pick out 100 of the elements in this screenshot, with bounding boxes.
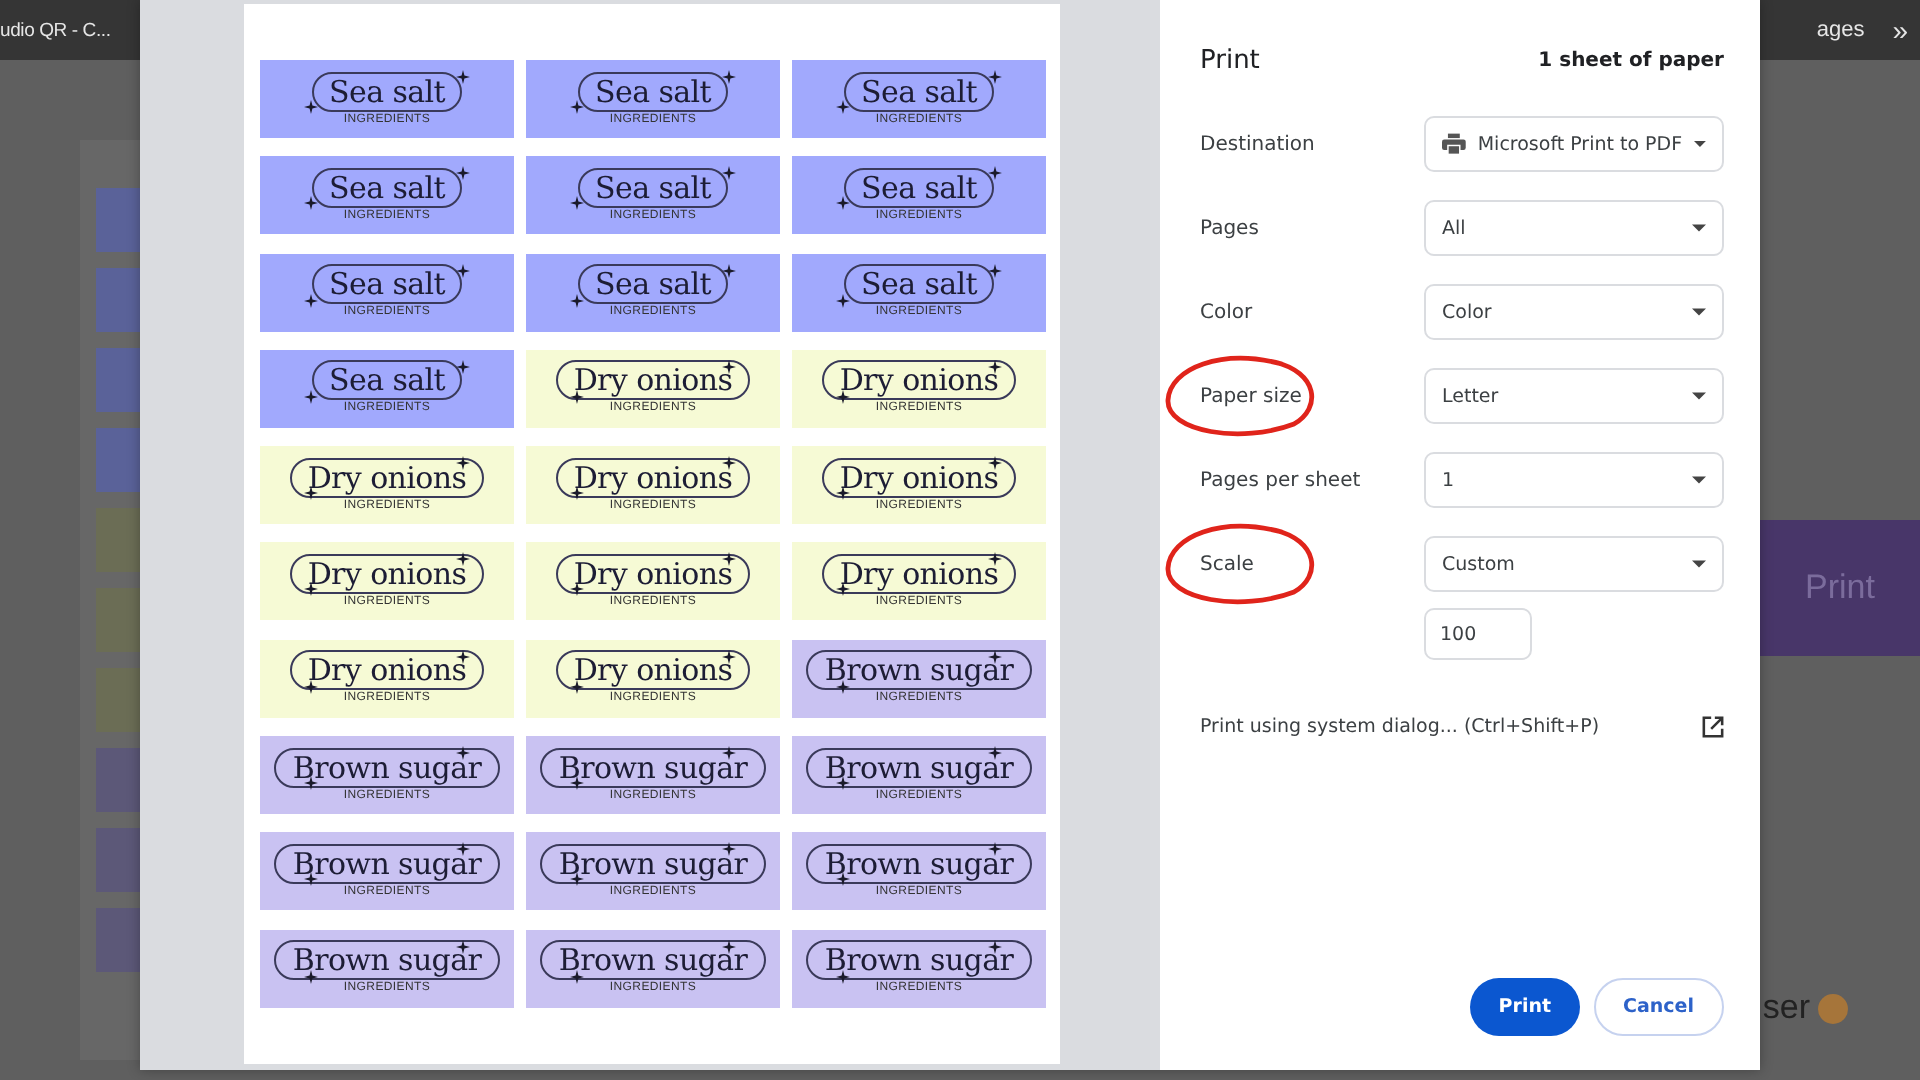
caret-icon [1692, 224, 1706, 232]
partial-text: ser [1762, 988, 1810, 1028]
star-icon [304, 100, 318, 114]
star-icon [456, 842, 470, 857]
label-title: Sea salt [843, 167, 995, 208]
setting-label: Destination [1200, 133, 1315, 155]
star-icon [988, 746, 1002, 761]
star-icon [456, 939, 470, 954]
star-icon [570, 969, 584, 984]
dialog-title: Print [1200, 45, 1260, 75]
label-title: Dry onions [289, 457, 485, 498]
label-title: Brown sugar [274, 747, 500, 788]
star-icon [722, 842, 736, 857]
star-icon [836, 293, 850, 308]
star-icon [722, 263, 736, 278]
label-title: Dry onions [555, 457, 751, 498]
setting-label: Paper size [1200, 385, 1302, 407]
star-icon [836, 100, 850, 114]
star-icon [988, 70, 1002, 84]
star-icon [456, 359, 470, 374]
star-icon [722, 746, 736, 761]
label-title: Brown sugar [806, 650, 1032, 691]
setting-label: Pages per sheet [1200, 469, 1361, 491]
print-button[interactable]: Print [1470, 978, 1580, 1036]
star-icon [988, 842, 1002, 857]
label-title: Brown sugar [540, 940, 766, 981]
star-icon [570, 100, 584, 114]
star-icon [836, 969, 850, 984]
browser-tab-title[interactable]: udio QR - C... [0, 19, 111, 41]
star-icon [570, 196, 584, 211]
dropdown[interactable]: Letter [1424, 368, 1724, 424]
label-title: Dry onions [555, 360, 751, 401]
label-title: Dry onions [821, 360, 1017, 401]
star-icon [988, 166, 1002, 181]
label-title: Sea salt [311, 360, 463, 401]
label-title: Dry onions [821, 457, 1017, 498]
star-icon [456, 746, 470, 761]
star-icon [988, 939, 1002, 954]
cancel-button[interactable]: Cancel [1593, 978, 1724, 1036]
label-title: Brown sugar [274, 843, 500, 884]
star-icon [304, 776, 318, 791]
star-icon [836, 679, 850, 694]
caret-icon [1692, 560, 1706, 568]
label-title: Dry onions [289, 553, 485, 594]
label-title: Dry onions [821, 553, 1017, 594]
star-icon [722, 166, 736, 181]
setting-label: Pages [1200, 217, 1259, 239]
label-title: Dry onions [289, 650, 485, 691]
label-title: Sea salt [577, 167, 729, 208]
label-title: Brown sugar [540, 843, 766, 884]
label-title: Brown sugar [540, 747, 766, 788]
star-icon [304, 293, 318, 308]
label-title: Sea salt [843, 71, 995, 111]
star-icon [988, 649, 1002, 664]
sheet-count: 1 sheet of paper [1538, 49, 1724, 71]
dropdown[interactable]: 1 [1424, 452, 1724, 508]
dropdown[interactable]: Microsoft Print to PDF [1424, 116, 1724, 172]
caret-icon [1692, 476, 1706, 484]
dropdown[interactable]: Custom [1424, 536, 1724, 592]
star-icon [570, 872, 584, 887]
caret-icon [1694, 140, 1706, 148]
star-icon [836, 776, 850, 791]
label-title: Sea salt [843, 264, 995, 305]
star-icon [304, 196, 318, 211]
label-title: Brown sugar [806, 747, 1032, 788]
star-icon [722, 939, 736, 954]
star-icon [304, 969, 318, 984]
caret-icon [1692, 392, 1706, 400]
open-external-icon[interactable] [1702, 716, 1724, 738]
label-title: Sea salt [577, 71, 729, 111]
system-dialog-link[interactable]: Print using system dialog... (Ctrl+Shift+P) [1200, 716, 1600, 738]
label-title: Sea salt [311, 167, 463, 208]
star-icon [304, 872, 318, 887]
star-icon [836, 196, 850, 211]
star-icon [456, 263, 470, 278]
label-title: Dry onions [555, 553, 751, 594]
label-title: Sea salt [311, 264, 463, 305]
star-icon [570, 776, 584, 791]
scale-input[interactable]: 100 [1424, 608, 1532, 660]
dropdown[interactable]: Color [1424, 284, 1724, 340]
printer-icon [1442, 132, 1466, 156]
dropdown[interactable]: All [1424, 200, 1724, 256]
overflow-chevron[interactable]: » [1892, 14, 1908, 46]
label-title: Sea salt [577, 264, 729, 305]
label-title: Sea salt [311, 71, 463, 111]
star-icon [456, 70, 470, 84]
star-icon [836, 872, 850, 887]
label-title: Brown sugar [274, 940, 500, 981]
bookmark-text[interactable]: ages [1816, 18, 1865, 42]
star-icon [570, 293, 584, 308]
star-icon [722, 70, 736, 84]
setting-label: Color [1200, 301, 1253, 323]
label-title: Brown sugar [806, 843, 1032, 884]
caret-icon [1692, 308, 1706, 316]
star-icon [456, 166, 470, 181]
star-icon [988, 263, 1002, 278]
label-title: Dry onions [555, 650, 751, 691]
star-icon [304, 389, 318, 404]
setting-label: Scale [1200, 553, 1254, 575]
label-title: Brown sugar [806, 940, 1032, 981]
